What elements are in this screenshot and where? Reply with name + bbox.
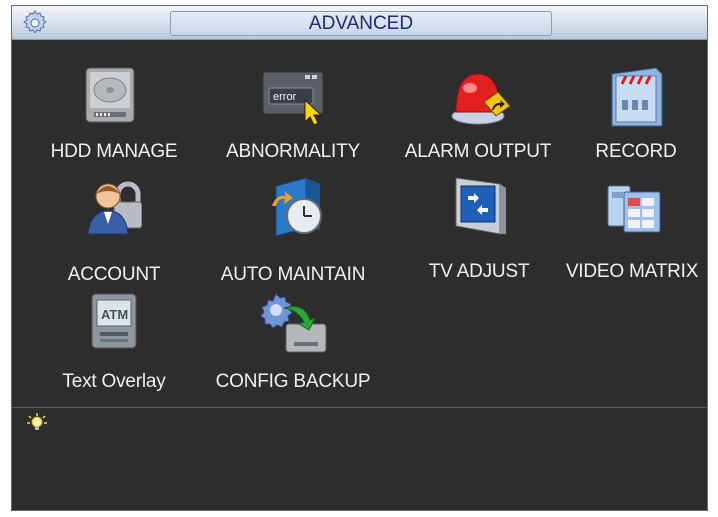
menu-item-tv-adjust[interactable]: TV ADJUST [404, 172, 554, 282]
menu-item-label: HDD MANAGE [50, 141, 178, 162]
atm-badge-text: ATM [101, 307, 128, 322]
gear-icon [21, 9, 49, 37]
menu-item-text-overlay[interactable]: ATM Text Overlay [34, 288, 194, 398]
menu-item-label: RECORD [595, 141, 677, 162]
account-lock-icon [86, 178, 143, 236]
alarm-light-icon [448, 66, 512, 130]
menu-item-video-matrix[interactable]: VIDEO MATRIX [555, 172, 709, 282]
menu-item-label: CONFIG BACKUP [215, 371, 371, 392]
hard-drive-icon [80, 64, 140, 124]
menu-item-abnormality[interactable]: error ABNORMALITY [208, 62, 378, 172]
page-title: ADVANCED [170, 11, 552, 36]
menu-item-label: AUTO MAINTAIN [220, 264, 366, 285]
advanced-window: ADVANCED HDD MANAGE error ABNORMALITY AL… [11, 5, 708, 511]
menu-item-hdd-manage[interactable]: HDD MANAGE [34, 62, 194, 172]
menu-item-label: Text Overlay [62, 371, 166, 392]
divider [12, 407, 707, 408]
menu-item-record[interactable]: RECORD [574, 62, 698, 172]
menu-item-auto-maintain[interactable]: AUTO MAINTAIN [208, 172, 378, 285]
error-icon: error [261, 70, 327, 128]
menu-item-label: ACCOUNT [67, 264, 161, 285]
menu-item-label: ALARM OUTPUT [404, 141, 552, 162]
menu-item-config-backup[interactable]: CONFIG BACKUP [208, 288, 378, 398]
lightbulb-icon [26, 412, 48, 432]
menu-item-label: ABNORMALITY [226, 141, 360, 162]
video-matrix-icon [606, 182, 664, 236]
menu-item-label: TV ADJUST [428, 261, 530, 282]
title-bar: ADVANCED [12, 6, 707, 40]
error-badge-text: error [273, 91, 297, 103]
tv-adjust-icon [452, 176, 508, 236]
menu-item-account[interactable]: ACCOUNT [34, 172, 194, 285]
record-panel-icon [606, 66, 666, 128]
atm-icon: ATM [88, 292, 142, 352]
menu-item-alarm-output[interactable]: ALARM OUTPUT [394, 62, 562, 172]
auto-maintain-icon [266, 176, 326, 238]
config-backup-icon [256, 288, 330, 356]
menu-item-label: VIDEO MATRIX [565, 261, 699, 282]
